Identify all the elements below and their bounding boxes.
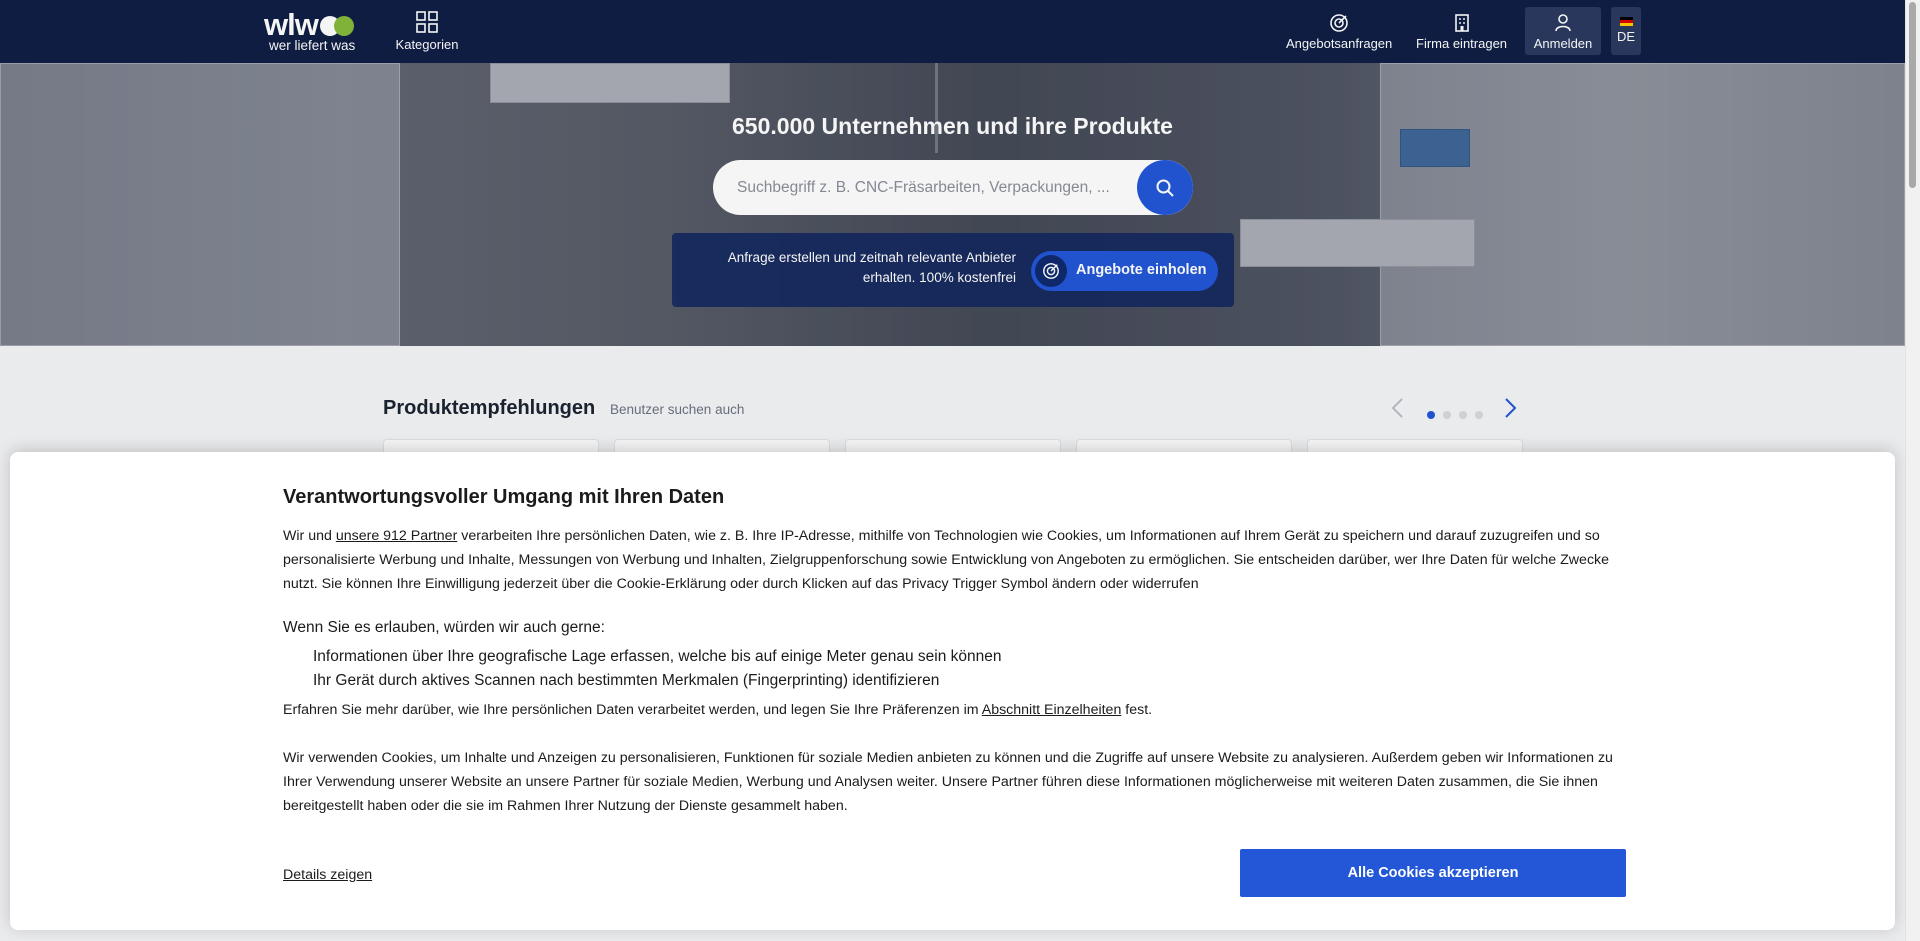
show-details-link[interactable]: Details zeigen <box>283 867 372 883</box>
page-scrollbar-thumb[interactable] <box>1909 2 1916 188</box>
cookie-intro-start: Wir und <box>283 528 336 544</box>
cookie-title: Verantwortungsvoller Umgang mit Ihren Da… <box>283 486 725 508</box>
cookie-intro-rest: verarbeiten Ihre persönlichen Daten, wie… <box>283 528 1610 592</box>
partners-link[interactable]: unsere 912 Partner <box>336 528 457 544</box>
cookie-allow-item: Informationen über Ihre geografische Lag… <box>313 648 1002 665</box>
cookie-learn-more-paragraph: Erfahren Sie mehr darüber, wie Ihre pers… <box>283 698 1613 722</box>
cookie-usage-paragraph: Wir verwenden Cookies, um Inhalte und An… <box>283 750 1613 814</box>
cookie-allow-heading: Wenn Sie es erlauben, würden wir auch ge… <box>283 619 605 636</box>
cookie-intro-paragraph: Wir und unsere 912 Partner verarbeiten I… <box>283 524 1613 596</box>
cookie-allow-item: Ihr Gerät durch aktives Scannen nach bes… <box>313 672 940 689</box>
accept-all-cookies-button[interactable]: Alle Cookies akzeptieren <box>1240 849 1626 897</box>
details-section-link[interactable]: Abschnitt Einzelheiten <box>982 702 1122 718</box>
cookie-learn-more-end: fest. <box>1121 702 1153 718</box>
cookie-learn-more-start: Erfahren Sie mehr darüber, wie Ihre pers… <box>283 702 982 718</box>
cookie-consent-dialog: Verantwortungsvoller Umgang mit Ihren Da… <box>10 452 1895 930</box>
